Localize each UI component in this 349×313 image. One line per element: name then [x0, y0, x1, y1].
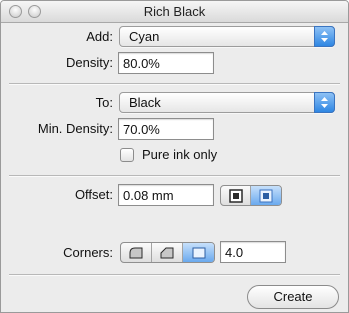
- to-popup-value: Black: [129, 95, 161, 110]
- min-density-value: 70.0%: [123, 122, 160, 137]
- corners-label: Corners:: [63, 245, 113, 260]
- separator: [9, 274, 340, 276]
- density-field[interactable]: 80.0%: [118, 52, 214, 74]
- add-label: Add:: [86, 29, 113, 44]
- corners-radius-value: 4.0: [225, 245, 244, 260]
- offset-mode-outer[interactable]: [221, 186, 251, 205]
- corners-radius-field[interactable]: 4.0: [220, 241, 286, 263]
- min-density-label: Min. Density:: [37, 121, 113, 136]
- add-popup-value: Cyan: [129, 29, 160, 44]
- outer-square-icon: [228, 188, 243, 203]
- title-bar[interactable]: Rich Black: [1, 1, 348, 23]
- separator: [9, 175, 340, 177]
- min-density-field[interactable]: 70.0%: [118, 118, 214, 140]
- pure-ink-label[interactable]: Pure ink only: [142, 147, 217, 162]
- bevel-corner-icon: [160, 247, 174, 258]
- density-label: Density:: [66, 55, 113, 70]
- offset-mode-segmented[interactable]: [220, 185, 282, 206]
- pure-ink-checkbox[interactable]: [120, 148, 134, 162]
- corner-style-bevel[interactable]: [152, 243, 183, 262]
- corners-style-segmented[interactable]: [120, 242, 215, 263]
- corner-style-round[interactable]: [121, 243, 152, 262]
- add-popup[interactable]: Cyan: [119, 26, 335, 47]
- to-popup[interactable]: Black: [119, 92, 335, 113]
- square-corner-icon: [192, 247, 205, 258]
- popup-arrows-icon: [314, 92, 335, 113]
- offset-value: 0.08 mm: [123, 188, 174, 203]
- popup-arrows-icon: [314, 26, 335, 47]
- window-title: Rich Black: [143, 4, 206, 19]
- create-button[interactable]: Create: [247, 285, 339, 309]
- separator: [9, 83, 340, 85]
- rich-black-dialog: Rich Black Add: Cyan Density: 80.0% To: …: [0, 0, 349, 313]
- offset-field[interactable]: 0.08 mm: [118, 184, 214, 206]
- offset-label: Offset:: [74, 187, 113, 202]
- inner-square-icon: [259, 189, 273, 202]
- corner-style-square[interactable]: [183, 243, 214, 262]
- density-value: 80.0%: [123, 56, 160, 71]
- to-label: To:: [95, 95, 113, 110]
- offset-mode-inner[interactable]: [251, 186, 281, 205]
- round-corner-icon: [129, 247, 143, 258]
